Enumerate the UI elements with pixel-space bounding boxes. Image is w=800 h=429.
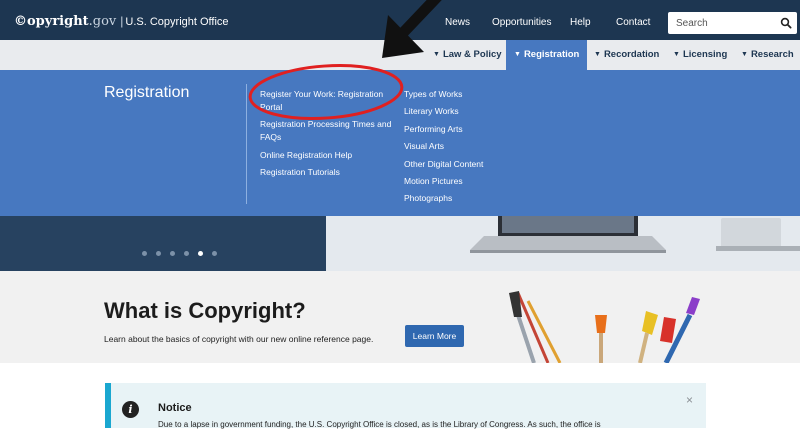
annotation-overlay: [248, 0, 442, 120]
annotation-arrow: [382, 0, 442, 58]
annotation-circle: [248, 64, 404, 120]
